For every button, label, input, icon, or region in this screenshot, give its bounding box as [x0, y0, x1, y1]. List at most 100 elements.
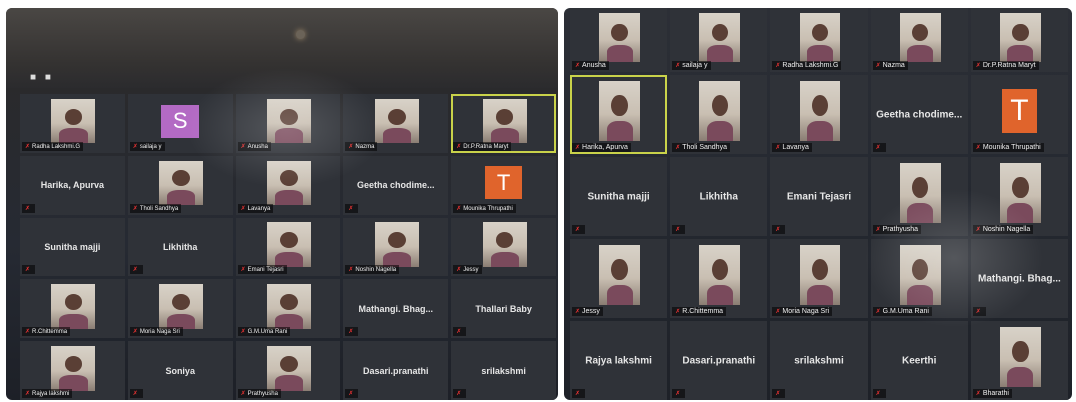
participant-tile[interactable]: ✗ Nazma — [870, 8, 968, 72]
participant-tile[interactable]: ✗ Noshin Nagella — [343, 217, 449, 277]
participant-tile[interactable]: Dasari.pranathi ✗ — [670, 321, 768, 400]
participant-video — [267, 345, 312, 391]
participant-center-name: Keerthi — [901, 355, 937, 366]
participant-tile[interactable]: T ✗ Mounika Thrupathi — [451, 155, 556, 215]
participant-center-name: Dasari.pranathi — [682, 355, 756, 366]
participant-tile[interactable]: ✗ Tholi Sandhya — [670, 75, 768, 154]
participant-video — [899, 13, 941, 62]
participant-tile[interactable]: ✗ Radha Lakshmi.G — [20, 94, 125, 153]
participant-tile[interactable]: ✗ G.M.Uma Rani — [235, 279, 341, 339]
mic-muted-icon: ✗ — [675, 63, 681, 69]
participant-face — [811, 258, 829, 281]
mic-muted-icon: ✗ — [348, 390, 354, 397]
participant-tile[interactable]: Mathangi. Bhag... ✗ — [970, 239, 1068, 318]
participant-face — [611, 258, 628, 281]
window-dots-icon: ■ ■ — [30, 72, 54, 83]
participant-tile[interactable]: ✗ Rajya lakshmi — [20, 341, 125, 400]
participant-center-name: Sunitha majji — [587, 191, 650, 202]
participant-center-name: Mathangi. Bhag... — [978, 273, 1061, 284]
participant-name-label: ✗ — [129, 265, 143, 275]
participant-tile[interactable]: Sunitha majji ✗ — [20, 217, 125, 277]
participant-center-name: Emani Tejasri — [786, 191, 852, 202]
participant-tile[interactable]: ✗ Tholi Sandhya — [127, 155, 233, 215]
participant-tile[interactable]: ✗ Nazma — [343, 94, 449, 153]
participant-tile[interactable]: Likhitha ✗ — [670, 157, 768, 236]
participant-name: Moria Naga Sri — [782, 308, 830, 315]
participant-tile[interactable]: ✗ Anusha — [235, 94, 341, 153]
participant-name-label: ✗ R.Chittemma — [22, 327, 71, 337]
participant-tile[interactable]: T ✗ Mounika Thrupathi — [970, 75, 1068, 154]
participant-tile[interactable]: ✗ Harika, Apurva — [570, 75, 668, 154]
participant-tile[interactable]: Emani Tejasri ✗ — [770, 157, 868, 236]
participant-tile[interactable]: Geetha chodime... ✗ — [870, 75, 968, 154]
participant-body — [274, 128, 304, 144]
participant-tile[interactable]: ✗ R.Chittemma — [670, 239, 768, 318]
participant-tile[interactable]: ✗ Prathyusha — [870, 157, 968, 236]
participant-video — [599, 245, 640, 306]
participant-center-name: Soniya — [165, 365, 195, 376]
participant-tile[interactable]: ✗ G.M.Uma Rani — [870, 239, 968, 318]
participant-tile[interactable]: srilakshmi ✗ — [770, 321, 868, 400]
participant-video — [482, 222, 527, 267]
participant-tile[interactable]: ✗ Bharathi — [970, 321, 1068, 400]
participant-name-label: ✗ — [129, 388, 143, 398]
participant-tile[interactable]: Dasari.pranathi ✗ — [343, 341, 449, 400]
participant-name-label: ✗ — [22, 203, 36, 213]
participant-tile[interactable]: Thallari Baby ✗ — [451, 279, 556, 339]
participant-tile[interactable]: ✗ Prathyusha — [235, 341, 341, 400]
participant-tile[interactable]: ✗ Moria Naga Sri — [770, 239, 868, 318]
participant-name-label: ✗ Moria Naga Sri — [772, 307, 833, 316]
participant-face — [1012, 23, 1029, 42]
participant-body — [490, 251, 519, 267]
participant-tile[interactable]: Likhitha ✗ — [127, 217, 233, 277]
participant-video — [267, 98, 312, 144]
participant-name-label: ✗ — [22, 265, 36, 275]
participant-video — [999, 163, 1041, 224]
mic-muted-icon: ✗ — [456, 267, 462, 274]
participant-video — [267, 160, 312, 206]
participant-tile[interactable]: Soniya ✗ — [127, 341, 233, 400]
mic-muted-icon: ✗ — [132, 267, 138, 274]
mic-muted-icon: ✗ — [675, 309, 681, 315]
participant-tile[interactable]: Rajya lakshmi ✗ — [570, 321, 668, 400]
participant-tile[interactable]: ✗ Jessy — [570, 239, 668, 318]
participant-face — [64, 293, 83, 310]
participant-tile[interactable]: ✗ Jessy — [451, 217, 556, 277]
participant-tile[interactable]: ✗ Emani Tejasri — [235, 217, 341, 277]
participant-name-label: ✗ Anusha — [572, 61, 609, 70]
participant-face — [495, 232, 514, 249]
participant-tile[interactable]: Harika, Apurva ✗ — [20, 155, 125, 215]
participant-tile[interactable]: ✗ Noshin Nagella — [970, 157, 1068, 236]
participant-tile[interactable]: ✗ Lavanya — [235, 155, 341, 215]
participant-center-name: Likhitha — [162, 241, 198, 252]
participant-name: Tholi Sandhya — [682, 144, 727, 151]
participant-face — [711, 23, 728, 42]
participant-tile[interactable]: ✗ sailaja y — [670, 8, 768, 72]
participant-face — [811, 94, 829, 117]
participant-tile[interactable]: ✗ R.Chittemma — [20, 279, 125, 339]
participant-tile[interactable]: ✗ Moria Naga Sri — [127, 279, 233, 339]
participant-body — [1007, 366, 1034, 388]
participant-name: Lavanya — [247, 205, 271, 212]
participant-tile[interactable]: ✗ Dr.P.Ratna Maryt — [451, 94, 556, 153]
participant-tile[interactable]: S ✗ sailaja y — [127, 94, 233, 153]
mic-muted-icon: ✗ — [575, 309, 581, 315]
participant-tile[interactable]: Mathangi. Bhag... ✗ — [343, 279, 449, 339]
participant-tile[interactable]: ✗ Radha Lakshmi.G — [770, 8, 868, 72]
participant-tile[interactable]: ✗ Anusha — [570, 8, 668, 72]
participant-tile[interactable]: Sunitha majji ✗ — [570, 157, 668, 236]
participant-name: G.M.Uma Rani — [247, 329, 288, 336]
participant-name: Noshin Nagella — [355, 267, 397, 274]
participant-name: Emani Tejasri — [247, 267, 284, 274]
participant-tile[interactable]: ✗ Dr.P.Ratna Maryt — [970, 8, 1068, 72]
participant-face — [388, 108, 406, 125]
participant-tile[interactable]: ✗ Lavanya — [770, 75, 868, 154]
participant-tile[interactable]: Geetha chodime... ✗ — [343, 155, 449, 215]
participant-name-label: ✗ — [345, 327, 359, 337]
participant-body — [274, 190, 304, 206]
participant-tile[interactable]: Keerthi ✗ — [870, 321, 968, 400]
mic-muted-icon: ✗ — [975, 63, 981, 69]
participant-center-name: srilakshmi — [481, 365, 526, 376]
participant-tile[interactable]: srilakshmi ✗ — [451, 341, 556, 400]
participant-face — [388, 232, 406, 249]
